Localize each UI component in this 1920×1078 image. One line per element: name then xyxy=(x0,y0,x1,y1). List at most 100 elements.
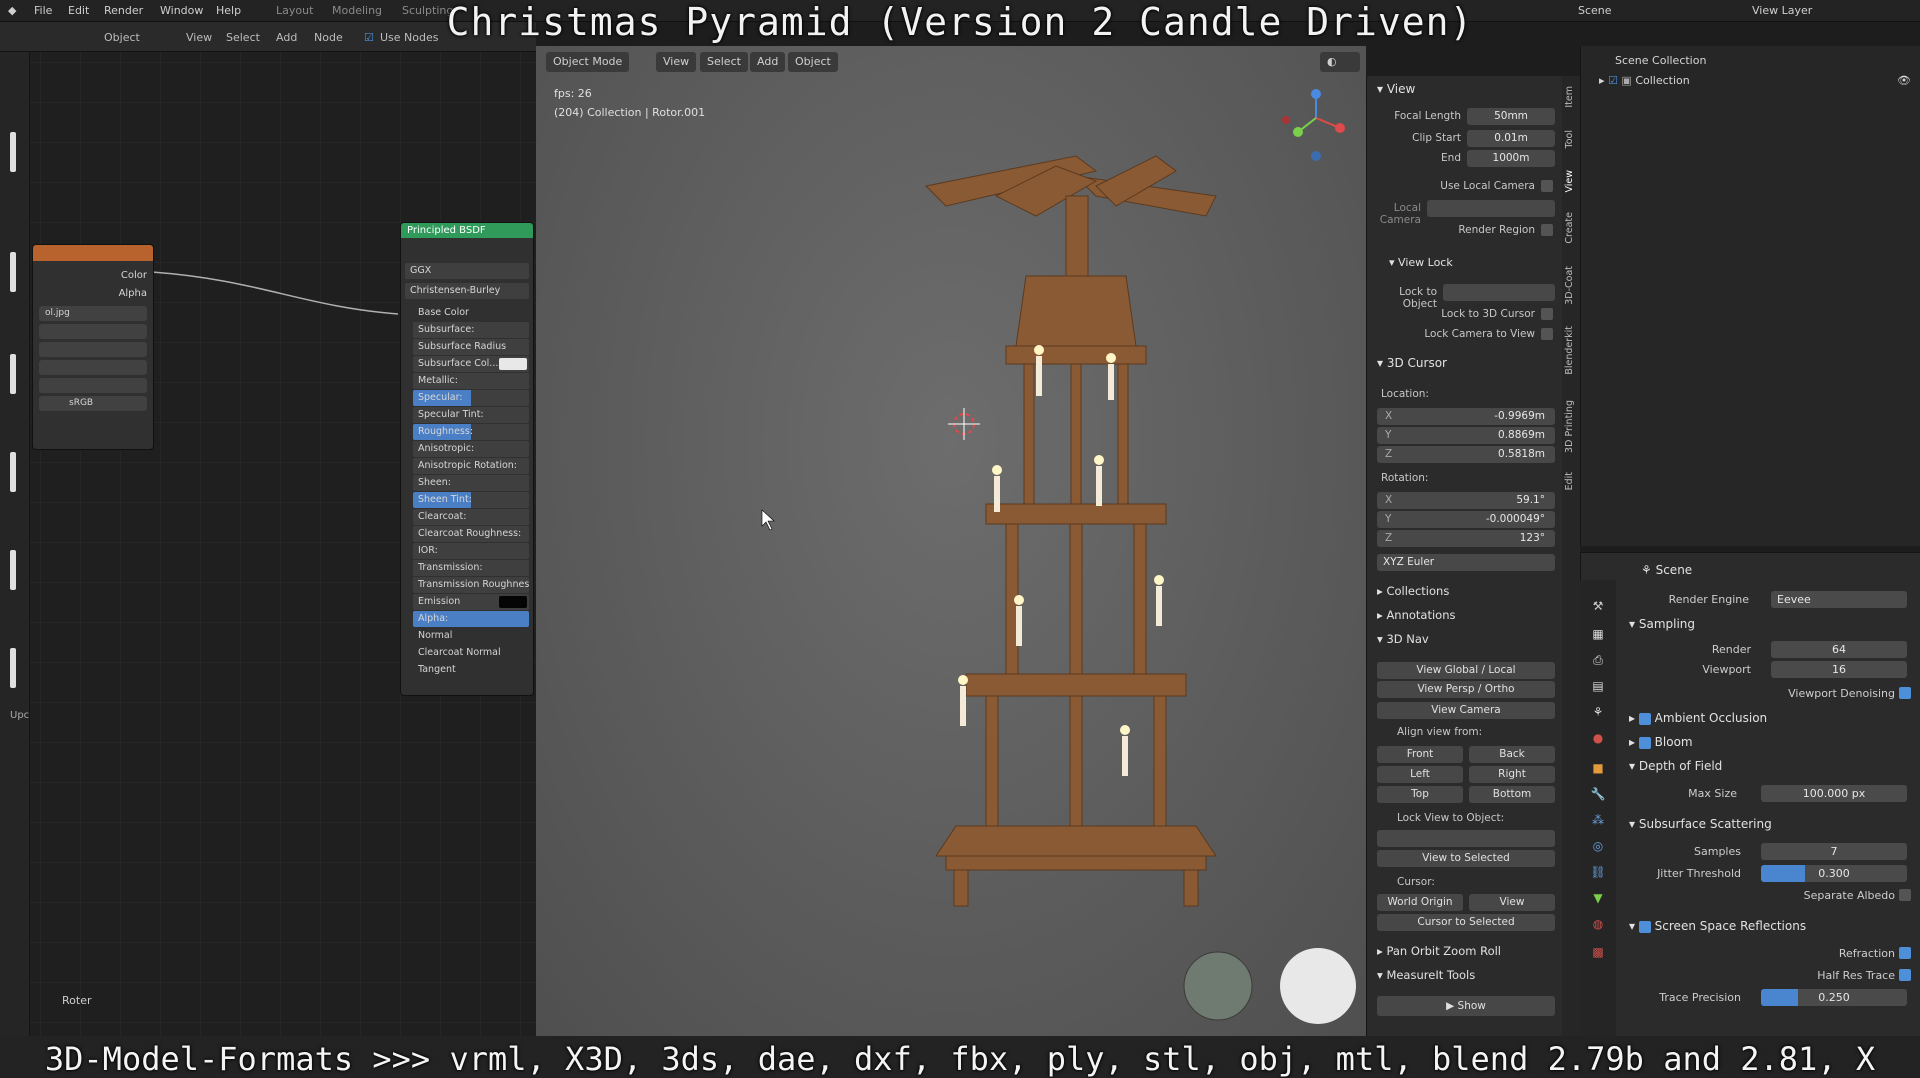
view-section-title[interactable]: ▾ View xyxy=(1377,82,1415,96)
tab-create[interactable]: Create xyxy=(1564,212,1578,244)
render-tab-icon[interactable]: ▦ xyxy=(1590,626,1606,642)
bsdf-input[interactable]: Alpha: xyxy=(413,611,529,627)
bsdf-input[interactable]: Anisotropic Rotation: xyxy=(413,458,529,474)
tool-icon[interactable] xyxy=(10,452,16,492)
3d-cursor-section-title[interactable]: ▾ 3D Cursor xyxy=(1377,356,1447,370)
image-dropdown[interactable] xyxy=(39,324,147,339)
color-swatch[interactable] xyxy=(499,358,527,370)
bsdf-input[interactable]: Specular: xyxy=(413,390,529,406)
align-left-button[interactable]: Left xyxy=(1377,766,1463,783)
lock-view-field[interactable] xyxy=(1377,830,1555,847)
half-res-trace-checkbox[interactable] xyxy=(1899,969,1911,981)
tab-3d-coat[interactable]: 3D-Coat xyxy=(1564,266,1578,305)
viewport-samples-field[interactable]: 16 xyxy=(1771,661,1907,678)
bsdf-input[interactable]: Clearcoat: xyxy=(413,509,529,525)
tab-edit[interactable]: Edit xyxy=(1564,472,1578,490)
bsdf-input[interactable]: Metallic: xyxy=(413,373,529,389)
bsdf-input[interactable]: Anisotropic: xyxy=(413,441,529,457)
object-tab-icon[interactable]: ■ xyxy=(1590,760,1606,776)
visibility-eye-icon[interactable]: 👁 xyxy=(1897,74,1911,87)
align-front-button[interactable]: Front xyxy=(1377,746,1463,763)
refraction-checkbox[interactable] xyxy=(1899,947,1911,959)
physics-tab-icon[interactable]: ◎ xyxy=(1590,838,1606,854)
bsdf-input[interactable]: Emission xyxy=(413,594,529,610)
bsdf-input[interactable]: Base Color xyxy=(413,305,529,321)
particles-tab-icon[interactable]: ⁂ xyxy=(1590,812,1606,828)
bloom-checkbox[interactable] xyxy=(1638,736,1651,749)
rotation-mode-dropdown[interactable]: XYZ Euler xyxy=(1377,554,1555,571)
3d-nav-section[interactable]: ▾ 3D Nav xyxy=(1377,632,1429,646)
render-engine-dropdown[interactable]: Eevee xyxy=(1771,591,1907,608)
bsdf-input[interactable]: Roughness: xyxy=(413,424,529,440)
view-layer-tab-icon[interactable]: ▤ xyxy=(1590,678,1606,694)
tab-view[interactable]: View xyxy=(1564,170,1578,193)
bsdf-input[interactable]: Subsurface Radius xyxy=(413,339,529,355)
world-tab-icon[interactable]: ● xyxy=(1590,730,1606,746)
tool-icon[interactable] xyxy=(10,550,16,590)
color-swatch[interactable] xyxy=(499,596,527,608)
focal-length-field[interactable]: 50mm xyxy=(1467,108,1555,125)
cursor-rot-z-field[interactable]: Z 123° xyxy=(1377,530,1555,547)
depth-of-field-section[interactable]: ▾ Depth of Field xyxy=(1629,759,1722,773)
ambient-occlusion-checkbox[interactable] xyxy=(1638,712,1651,725)
scene-tab-icon[interactable]: ⚘ xyxy=(1590,704,1606,720)
sampling-section[interactable]: ▾ Sampling xyxy=(1629,617,1695,631)
bsdf-input[interactable]: Clearcoat Roughness: xyxy=(413,526,529,542)
shading-mode-icon[interactable]: ◐ xyxy=(1320,52,1360,72)
colorspace-dropdown[interactable]: sRGB xyxy=(39,396,147,411)
distribution-dropdown[interactable]: GGX xyxy=(405,263,529,279)
object-mode-dropdown[interactable]: Object Mode xyxy=(546,52,630,72)
align-back-button[interactable]: Back xyxy=(1469,746,1555,763)
sss-samples-field[interactable]: 7 xyxy=(1761,843,1907,860)
3d-viewport[interactable] xyxy=(536,46,1366,1036)
material-tab-icon[interactable]: ◍ xyxy=(1590,916,1606,932)
texture-tab-icon[interactable]: ▩ xyxy=(1590,944,1606,960)
align-bottom-button[interactable]: Bottom xyxy=(1469,786,1555,803)
ssr-section[interactable]: ▾ Screen Space Reflections xyxy=(1629,919,1806,933)
viewport-object-menu[interactable]: Object xyxy=(788,52,838,72)
bsdf-input[interactable]: Sheen: xyxy=(413,475,529,491)
trace-precision-slider[interactable]: 0.250 xyxy=(1761,989,1907,1006)
collections-section[interactable]: ▸ Collections xyxy=(1377,584,1449,598)
tab-3d-printing[interactable]: 3D Printing xyxy=(1564,400,1578,453)
separate-albedo-checkbox[interactable] xyxy=(1899,889,1911,901)
max-size-field[interactable]: 100.000 px xyxy=(1761,785,1907,802)
bsdf-input[interactable]: Normal xyxy=(413,628,529,644)
image-file-field[interactable]: ol.jpg xyxy=(39,306,147,321)
output-tab-icon[interactable]: ⎙ xyxy=(1590,652,1606,668)
subsurface-method-dropdown[interactable]: Christensen-Burley xyxy=(405,283,529,299)
view-lock-section-title[interactable]: ▾ View Lock xyxy=(1389,256,1453,269)
bsdf-input[interactable]: Subsurface Col... xyxy=(413,356,529,372)
lock-camera-checkbox[interactable] xyxy=(1541,328,1553,340)
bloom-section[interactable]: ▸ Bloom xyxy=(1629,735,1693,749)
ambient-occlusion-section[interactable]: ▸ Ambient Occlusion xyxy=(1629,711,1767,725)
outliner[interactable]: Scene Collection ▸ ☑ ▣ Collection 👁 xyxy=(1580,46,1920,546)
cursor-loc-y-field[interactable]: Y 0.8869m xyxy=(1377,427,1555,444)
view-persp-ortho-button[interactable]: View Persp / Ortho xyxy=(1377,681,1555,698)
bsdf-input[interactable]: Transmission: xyxy=(413,560,529,576)
cursor-rot-x-field[interactable]: X 59.1° xyxy=(1377,492,1555,509)
view-to-selected-button[interactable]: View to Selected xyxy=(1377,850,1555,867)
world-origin-button[interactable]: World Origin xyxy=(1377,894,1463,911)
render-region-checkbox[interactable] xyxy=(1541,224,1553,236)
jitter-threshold-slider[interactable]: 0.300 xyxy=(1761,865,1907,882)
use-local-camera-checkbox[interactable] xyxy=(1541,180,1553,192)
collection-row[interactable]: ▸ ☑ ▣ Collection xyxy=(1599,74,1690,87)
image-dropdown[interactable] xyxy=(39,342,147,357)
bsdf-input[interactable]: Clearcoat Normal xyxy=(413,645,529,661)
tool-tab-icon[interactable]: ⚒ xyxy=(1590,598,1606,614)
viewport-view-menu[interactable]: View xyxy=(656,52,697,72)
bsdf-input[interactable]: IOR: xyxy=(413,543,529,559)
align-top-button[interactable]: Top xyxy=(1377,786,1463,803)
image-texture-node[interactable]: Color Alpha ol.jpg sRGB xyxy=(32,244,154,450)
tab-tool[interactable]: Tool xyxy=(1564,130,1578,148)
tool-icon[interactable] xyxy=(10,648,16,688)
cursor-view-button[interactable]: View xyxy=(1469,894,1555,911)
collection-checkbox[interactable]: ☑ xyxy=(1608,74,1618,87)
annotations-section[interactable]: ▸ Annotations xyxy=(1377,608,1456,622)
bsdf-node-header[interactable]: Principled BSDF xyxy=(401,223,533,238)
pan-orbit-section[interactable]: ▸ Pan Orbit Zoom Roll xyxy=(1377,944,1501,958)
bsdf-input[interactable]: Transmission Roughness: xyxy=(413,577,529,593)
align-right-button[interactable]: Right xyxy=(1469,766,1555,783)
clip-start-field[interactable]: 0.01m xyxy=(1467,130,1555,147)
